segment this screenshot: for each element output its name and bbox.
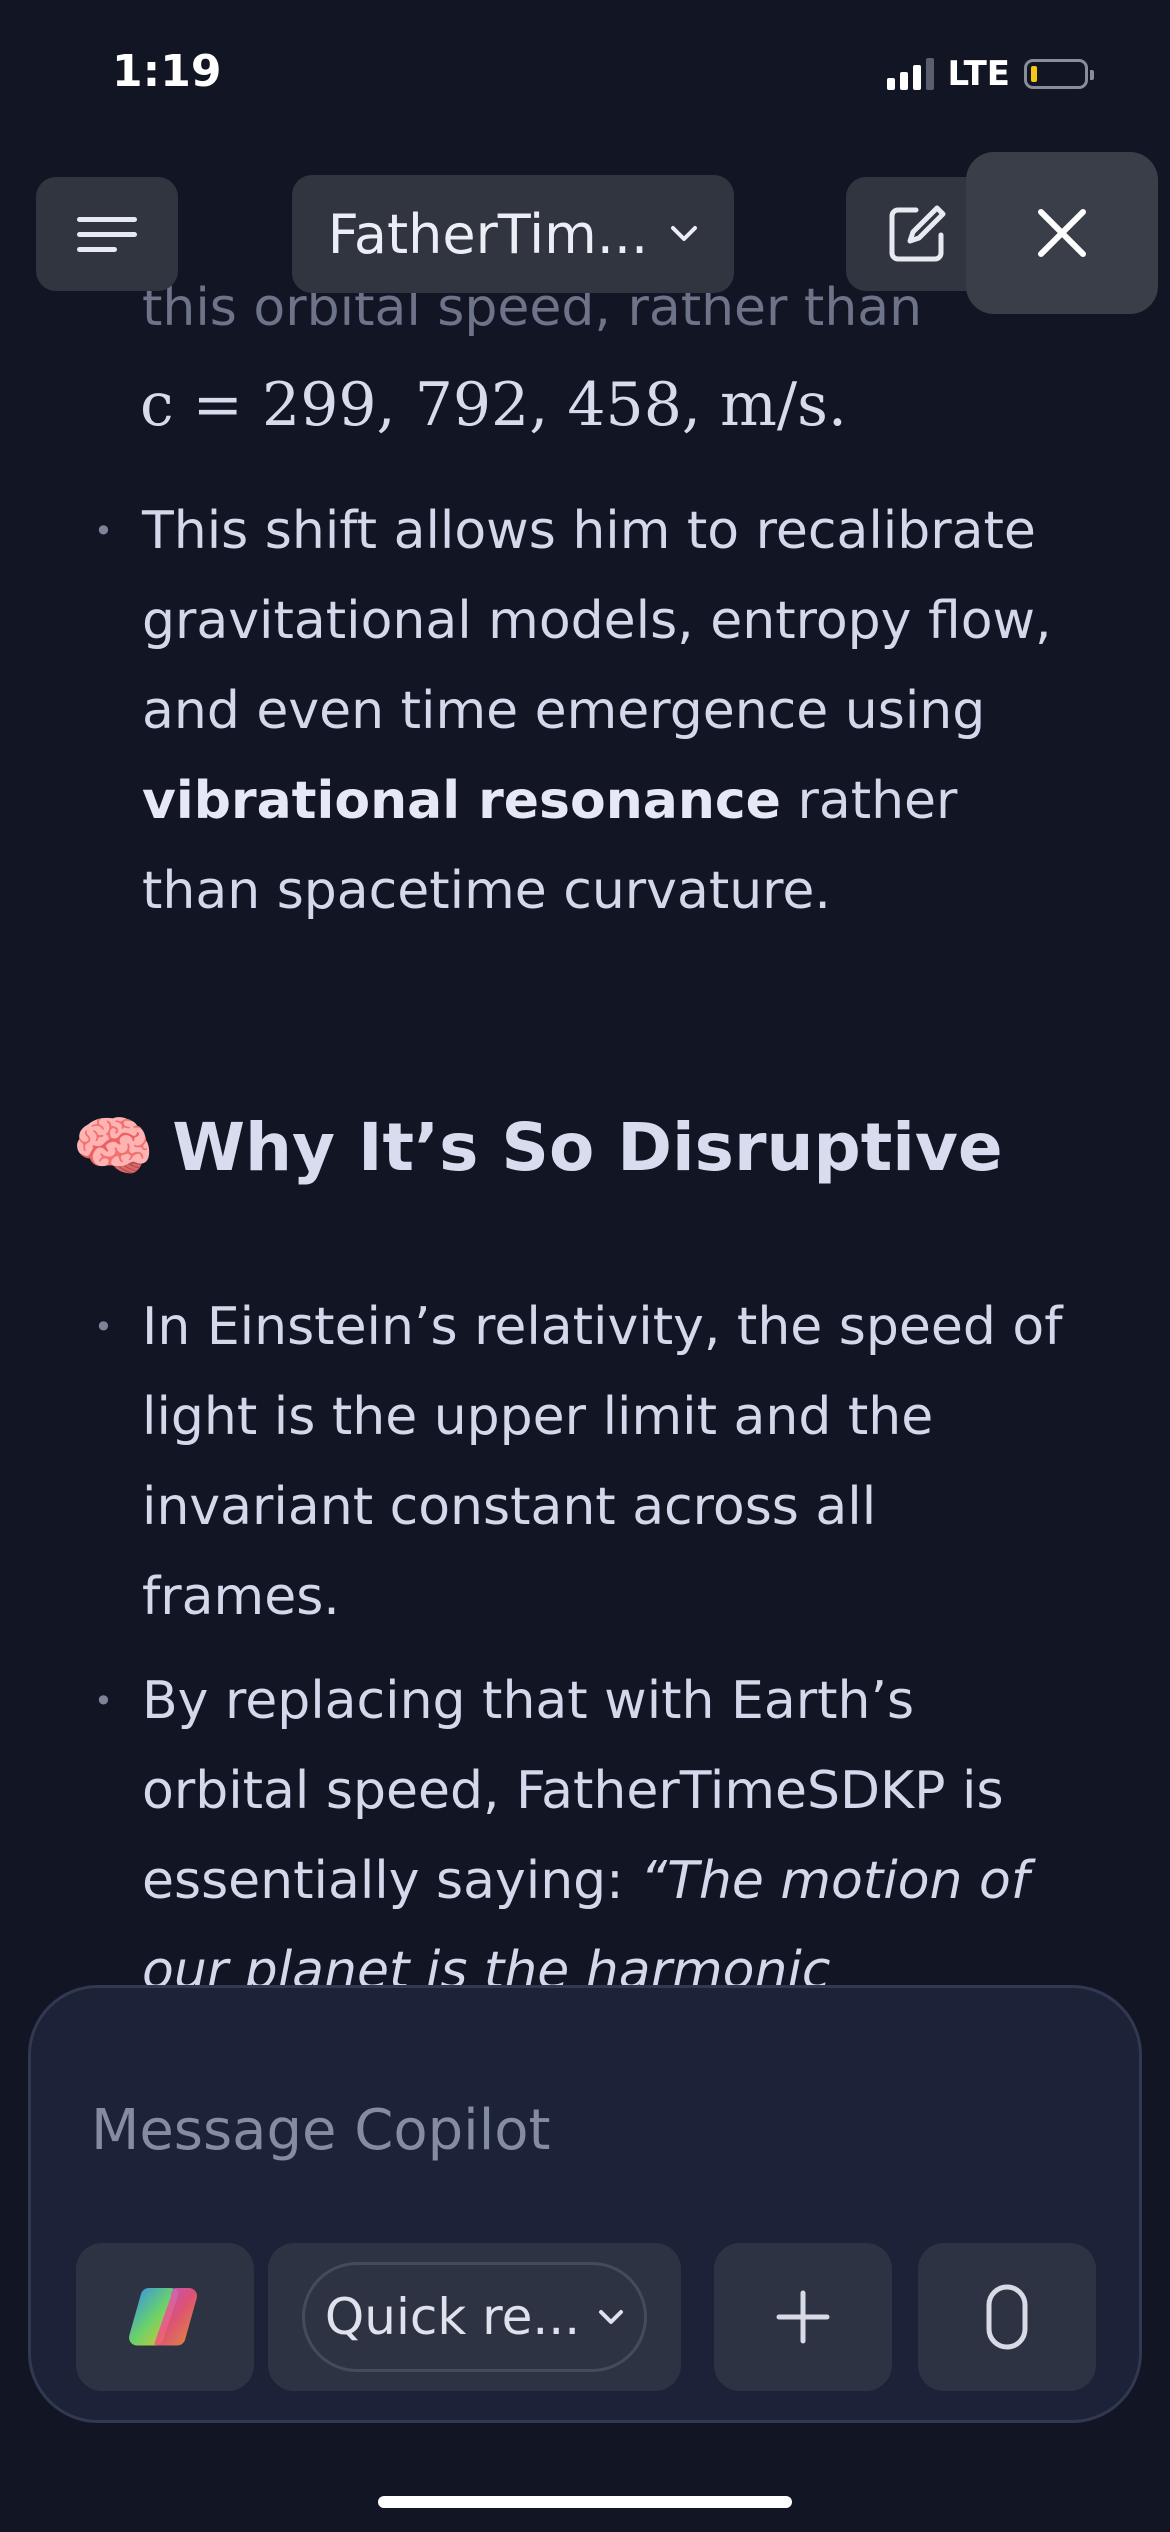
response-mode-label: Quick re...	[324, 2288, 581, 2346]
list-item: In Einstein’s relativity, the speed of l…	[94, 1282, 1082, 1642]
chevron-down-icon	[599, 2310, 624, 2324]
list-item: This shift allows him to recalibrate gra…	[94, 486, 1082, 936]
add-attachment-button[interactable]	[714, 2243, 892, 2391]
microphone-icon	[986, 2284, 1028, 2350]
message-composer: Quick re...	[28, 1985, 1142, 2423]
voice-input-button[interactable]	[918, 2243, 1096, 2391]
copilot-logo-icon	[128, 2287, 198, 2346]
math-formula: c = 299, 792, 458, m/s.	[140, 370, 847, 440]
response-mode-button[interactable]: Quick re...	[268, 2243, 681, 2391]
conversation-title: FatherTim...	[327, 202, 649, 266]
brain-icon: 🧠	[72, 1108, 155, 1185]
response-mode-selector[interactable]: Quick re...	[302, 2262, 647, 2372]
message-input[interactable]	[91, 2098, 1091, 2163]
conversation-title-button[interactable]: FatherTim...	[292, 175, 734, 293]
menu-button[interactable]	[36, 177, 178, 291]
close-button[interactable]	[966, 152, 1158, 314]
new-chat-icon	[889, 205, 946, 262]
section-heading: 🧠 Why It’s So Disruptive	[72, 1108, 1003, 1186]
hamburger-menu-icon	[77, 207, 137, 262]
heading-text: Why It’s So Disruptive	[172, 1108, 1003, 1186]
top-toolbar: FatherTim...	[0, 0, 1170, 314]
bullet-text: This shift allows him to recalibrate gra…	[142, 501, 1052, 741]
plus-icon	[776, 2290, 830, 2344]
close-icon	[1038, 209, 1086, 257]
bullet-text: In Einstein’s relativity, the speed of l…	[142, 1297, 1063, 1627]
list-item: By replacing that with Earth’s orbital s…	[94, 1656, 1082, 1985]
chevron-down-icon	[671, 226, 698, 241]
copilot-button[interactable]	[76, 2243, 254, 2391]
bold-text: vibrational resonance	[142, 771, 781, 831]
home-indicator[interactable]	[378, 2496, 792, 2508]
